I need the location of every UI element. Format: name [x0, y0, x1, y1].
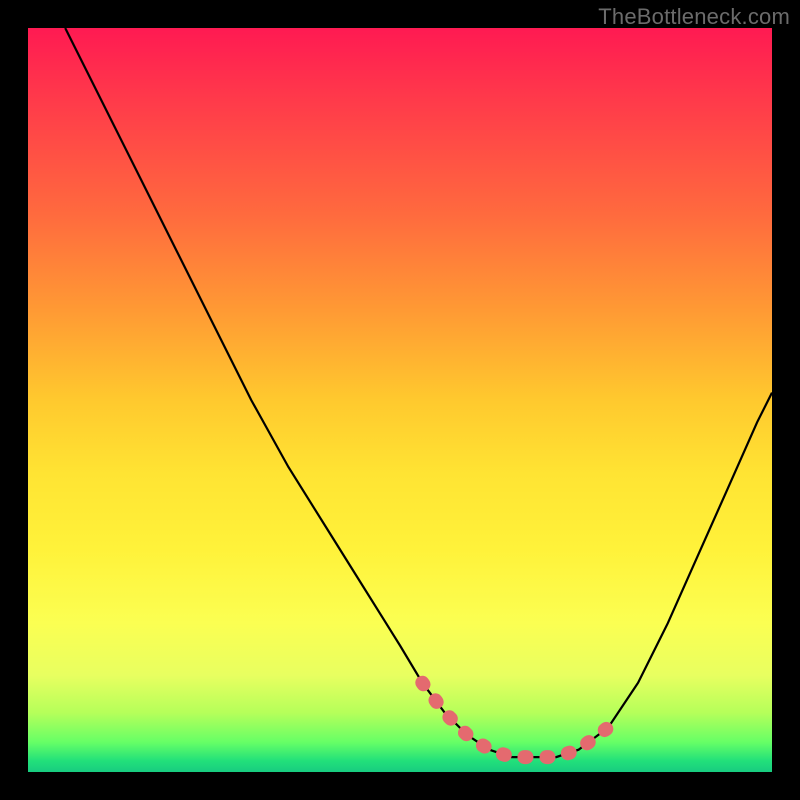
bottleneck-curve-highlight	[422, 683, 608, 757]
chart-frame: TheBottleneck.com	[0, 0, 800, 800]
chart-plot-area	[28, 28, 772, 772]
watermark-text: TheBottleneck.com	[598, 4, 790, 30]
bottleneck-curve-line	[65, 28, 772, 757]
chart-svg	[28, 28, 772, 772]
